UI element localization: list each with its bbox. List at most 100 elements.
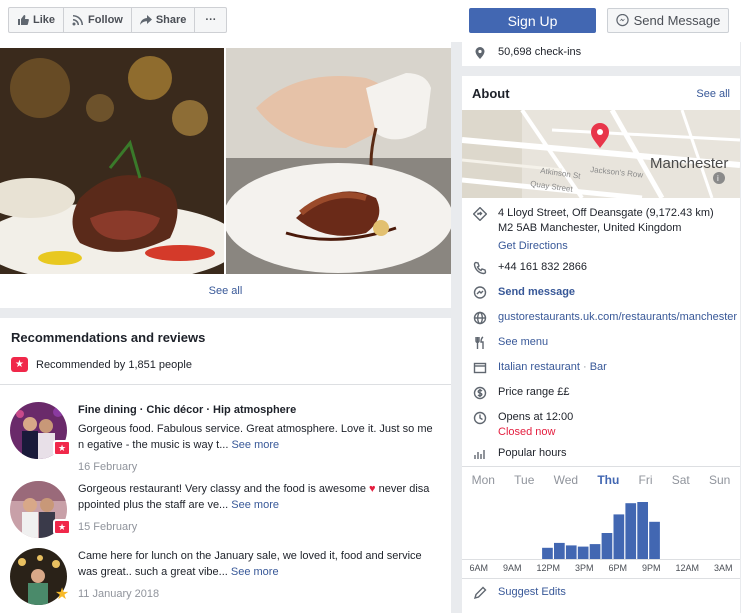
share-button[interactable]: Share: [132, 8, 196, 32]
map-city-label: Manchester: [650, 155, 728, 172]
review-text: Came here for lunch on the January sale,…: [78, 548, 438, 580]
recommendation-count: Recommended by 1,851 people: [36, 358, 192, 371]
day-tab-mon[interactable]: Mon: [472, 473, 495, 487]
recommendation-summary: ★ Recommended by 1,851 people: [11, 357, 192, 372]
category-row: Italian restaurant · Bar: [472, 360, 607, 376]
divider: [0, 384, 451, 385]
map-graphic: Atkinson St Jackson's Row Quay Street Ma…: [462, 110, 740, 198]
review-text-content: Gorgeous restaurant! Very classy and the…: [78, 483, 370, 495]
follow-label: Follow: [88, 14, 123, 26]
price-row: Price range ££: [472, 385, 570, 401]
directions-icon: [472, 206, 488, 222]
day-tab-fri[interactable]: Fri: [639, 473, 653, 487]
hour-bar-12PM[interactable]: [542, 547, 553, 559]
star-badge-icon: ★: [54, 586, 70, 603]
menu-row: See menu: [472, 335, 548, 351]
website-link[interactable]: gustorestaurants.uk.com/restaurants/manc…: [498, 310, 737, 326]
suggest-edits-row[interactable]: Suggest Edits: [472, 585, 566, 601]
review-date[interactable]: 15 February: [78, 519, 438, 535]
messenger-icon: [615, 14, 629, 27]
recommend-icon: ★: [11, 357, 28, 372]
hour-bar-4PM[interactable]: [589, 544, 601, 559]
follow-button[interactable]: Follow: [64, 8, 132, 32]
address-line-2: M2 5AB Manchester, United Kingdom: [498, 222, 682, 234]
messenger-icon: [472, 285, 488, 301]
day-tab-tue[interactable]: Tue: [514, 473, 534, 487]
utensils-icon: [472, 335, 488, 351]
day-tab-thu[interactable]: Thu: [597, 473, 619, 487]
sign-up-button[interactable]: Sign Up: [469, 8, 596, 33]
about-see-all-link[interactable]: See all: [696, 88, 730, 100]
send-message-link[interactable]: Send message: [498, 285, 575, 301]
hour-bar-6PM[interactable]: [613, 514, 625, 559]
checkins-row: 50,698 check-ins: [472, 45, 581, 61]
more-label: ···: [205, 14, 217, 26]
location-pin-icon: [472, 45, 488, 61]
phone-number[interactable]: +44 161 832 2866: [498, 260, 587, 276]
hour-axis: 6AM 9AM 12PM 3PM 6PM 9PM 12AM 3AM: [462, 563, 740, 573]
review-date[interactable]: 16 February: [78, 459, 438, 475]
checkins-count: 50,698 check-ins: [498, 46, 582, 58]
clock-icon: [472, 410, 488, 426]
day-tab-sun[interactable]: Sun: [709, 473, 730, 487]
category-tag-icon: [472, 360, 488, 376]
pencil-icon: [472, 585, 488, 601]
review-body: Fine dining · Chic décor · Hip atmospher…: [78, 402, 438, 475]
review-text: Gorgeous restaurant! Very classy and the…: [78, 481, 438, 513]
see-more-link[interactable]: See more: [231, 439, 279, 451]
photos-see-all-link[interactable]: See all: [0, 285, 451, 297]
like-button[interactable]: Like: [9, 8, 65, 32]
about-card: About See all Atkinson St Jackson's Row …: [462, 76, 740, 613]
price-range: Price range ££: [498, 386, 570, 398]
hour-tick-label: 9AM: [502, 563, 522, 573]
closed-status: Closed now: [498, 426, 556, 438]
hour-bar-9PM[interactable]: [649, 521, 660, 559]
like-label: Like: [33, 14, 56, 26]
day-tab-sat[interactable]: Sat: [672, 473, 690, 487]
about-title: About: [472, 86, 510, 101]
photo-plating[interactable]: [226, 48, 451, 274]
website-row: gustorestaurants.uk.com/restaurants/manc…: [472, 310, 737, 326]
see-menu-link[interactable]: See menu: [498, 335, 548, 351]
hour-tick-label: 3AM: [713, 563, 733, 573]
address-block: 4 Lloyd Street, Off Deansgate (9,172.43 …: [498, 206, 714, 254]
action-button-group: Like Follow Share ···: [8, 7, 228, 33]
hour-bar-5PM[interactable]: [601, 533, 613, 559]
see-more-link[interactable]: See more: [231, 499, 279, 511]
address-row: 4 Lloyd Street, Off Deansgate (9,172.43 …: [472, 206, 714, 254]
hour-bar-7PM[interactable]: [625, 503, 637, 559]
popular-hours-chart: [462, 502, 740, 560]
phone-icon: [472, 260, 488, 276]
dollar-icon: [472, 385, 488, 401]
send-message-button[interactable]: Send Message: [607, 8, 729, 33]
divider: [462, 466, 740, 467]
rss-icon: [72, 15, 84, 26]
category-separator: ·: [579, 361, 590, 373]
location-map[interactable]: Atkinson St Jackson's Row Quay Street Ma…: [462, 110, 740, 198]
hour-bar-3PM[interactable]: [577, 546, 589, 559]
see-more-link[interactable]: See more: [231, 566, 279, 578]
suggest-edits-link[interactable]: Suggest Edits: [498, 585, 566, 601]
day-tabs: Mon Tue Wed Thu Fri Sat Sun: [462, 473, 740, 487]
day-tab-wed[interactable]: Wed: [554, 473, 578, 487]
send-message-label: Send Message: [633, 13, 721, 28]
hour-tick-label: 3PM: [574, 563, 594, 573]
share-label: Share: [155, 14, 187, 26]
hour-bar-2PM[interactable]: [565, 545, 577, 559]
review-date[interactable]: 11 January 2018: [78, 586, 438, 602]
more-options-button[interactable]: ···: [195, 8, 226, 32]
hour-tick-label: 9PM: [641, 563, 661, 573]
get-directions-link[interactable]: Get Directions: [498, 239, 714, 254]
hour-bar-8PM[interactable]: [637, 502, 648, 559]
map-info-icon[interactable]: [713, 172, 725, 184]
review-tags: Fine dining · Chic décor · Hip atmospher…: [78, 404, 297, 416]
category-bar-link[interactable]: Bar: [590, 361, 607, 373]
hour-tick-label: 6AM: [469, 563, 488, 573]
hours-block[interactable]: Opens at 12:00 Closed now: [498, 410, 573, 440]
svg-text:i: i: [717, 174, 719, 183]
hour-bar-1PM[interactable]: [554, 542, 565, 559]
photo-steak[interactable]: [0, 48, 224, 274]
category-italian-link[interactable]: Italian restaurant: [498, 361, 580, 373]
review-body: Gorgeous restaurant! Very classy and the…: [78, 481, 438, 535]
review-body: Came here for lunch on the January sale,…: [78, 548, 438, 602]
